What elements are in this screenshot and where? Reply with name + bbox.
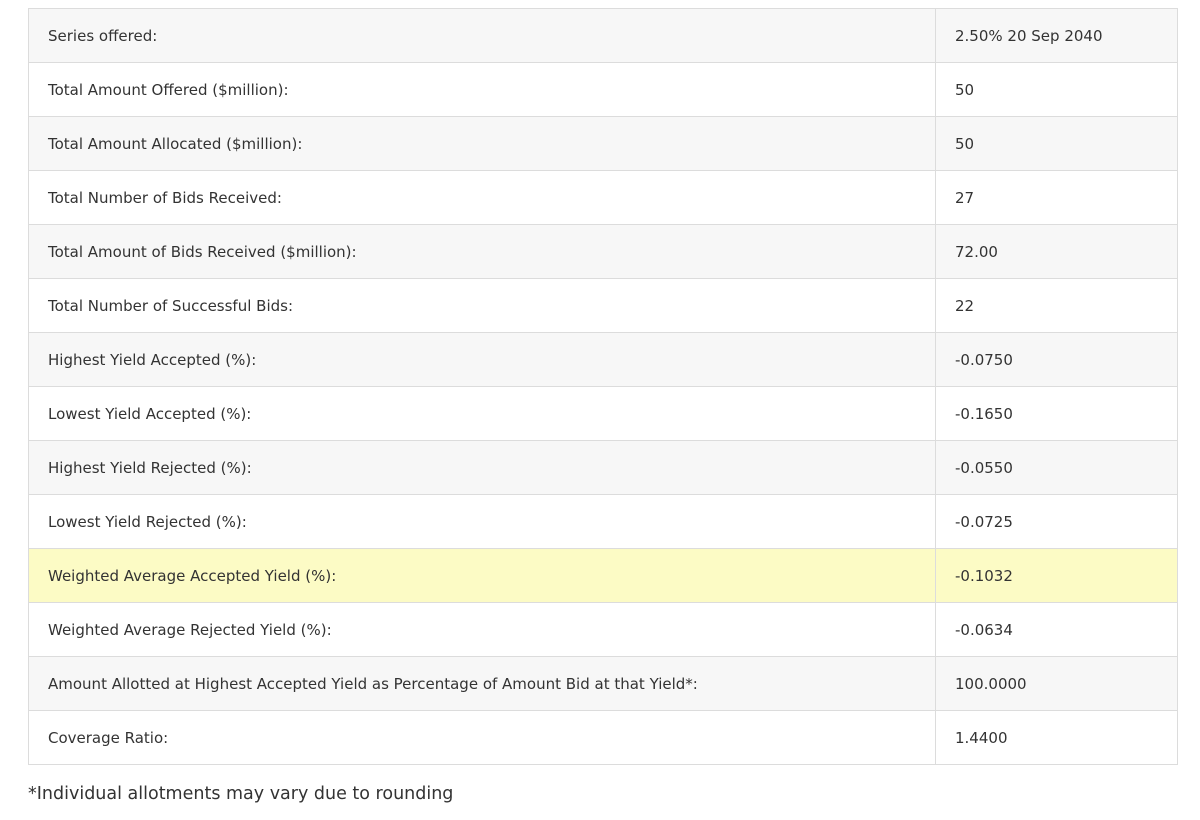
row-value: 1.4400 [935,710,1178,765]
row-label: Highest Yield Rejected (%): [28,440,936,495]
row-value: -0.0634 [935,602,1178,657]
rounding-footnote: *Individual allotments may vary due to r… [28,784,454,804]
row-label: Weighted Average Rejected Yield (%): [28,602,936,657]
table-row-amount-allotted-at-highest-yield: Amount Allotted at Highest Accepted Yiel… [28,656,1178,711]
table-row-coverage-ratio: Coverage Ratio: 1.4400 [28,710,1178,765]
table-row-highest-yield-rejected: Highest Yield Rejected (%): -0.0550 [28,440,1178,495]
table-row-series-offered: Series offered: 2.50% 20 Sep 2040 [28,8,1178,63]
table-row-highest-yield-accepted: Highest Yield Accepted (%): -0.0750 [28,332,1178,387]
row-value: 50 [935,116,1178,171]
row-label: Total Amount of Bids Received ($million)… [28,224,936,279]
row-value: -0.0550 [935,440,1178,495]
table-row-weighted-average-accepted-yield: Weighted Average Accepted Yield (%): -0.… [28,548,1178,603]
row-label: Total Amount Offered ($million): [28,62,936,117]
row-value: 50 [935,62,1178,117]
auction-results-table: Series offered: 2.50% 20 Sep 2040 Total … [28,8,1178,765]
table-row-total-amount-of-bids: Total Amount of Bids Received ($million)… [28,224,1178,279]
row-value: -0.0725 [935,494,1178,549]
auction-results-body: Series offered: 2.50% 20 Sep 2040 Total … [28,8,1178,765]
row-label: Weighted Average Accepted Yield (%): [28,548,936,603]
table-row-total-amount-allocated: Total Amount Allocated ($million): 50 [28,116,1178,171]
row-value: 2.50% 20 Sep 2040 [935,8,1178,63]
row-label: Coverage Ratio: [28,710,936,765]
row-label: Lowest Yield Rejected (%): [28,494,936,549]
table-row-lowest-yield-accepted: Lowest Yield Accepted (%): -0.1650 [28,386,1178,441]
row-value: 100.0000 [935,656,1178,711]
row-value: 22 [935,278,1178,333]
table-row-lowest-yield-rejected: Lowest Yield Rejected (%): -0.0725 [28,494,1178,549]
table-row-successful-bids: Total Number of Successful Bids: 22 [28,278,1178,333]
table-row-total-number-of-bids: Total Number of Bids Received: 27 [28,170,1178,225]
row-label: Lowest Yield Accepted (%): [28,386,936,441]
table-row-total-amount-offered: Total Amount Offered ($million): 50 [28,62,1178,117]
row-value: -0.0750 [935,332,1178,387]
row-value: 27 [935,170,1178,225]
row-value: -0.1032 [935,548,1178,603]
row-label: Series offered: [28,8,936,63]
row-value: 72.00 [935,224,1178,279]
row-value: -0.1650 [935,386,1178,441]
row-label: Total Number of Bids Received: [28,170,936,225]
row-label: Highest Yield Accepted (%): [28,332,936,387]
row-label: Total Amount Allocated ($million): [28,116,936,171]
row-label: Amount Allotted at Highest Accepted Yiel… [28,656,936,711]
row-label: Total Number of Successful Bids: [28,278,936,333]
table-row-weighted-average-rejected-yield: Weighted Average Rejected Yield (%): -0.… [28,602,1178,657]
